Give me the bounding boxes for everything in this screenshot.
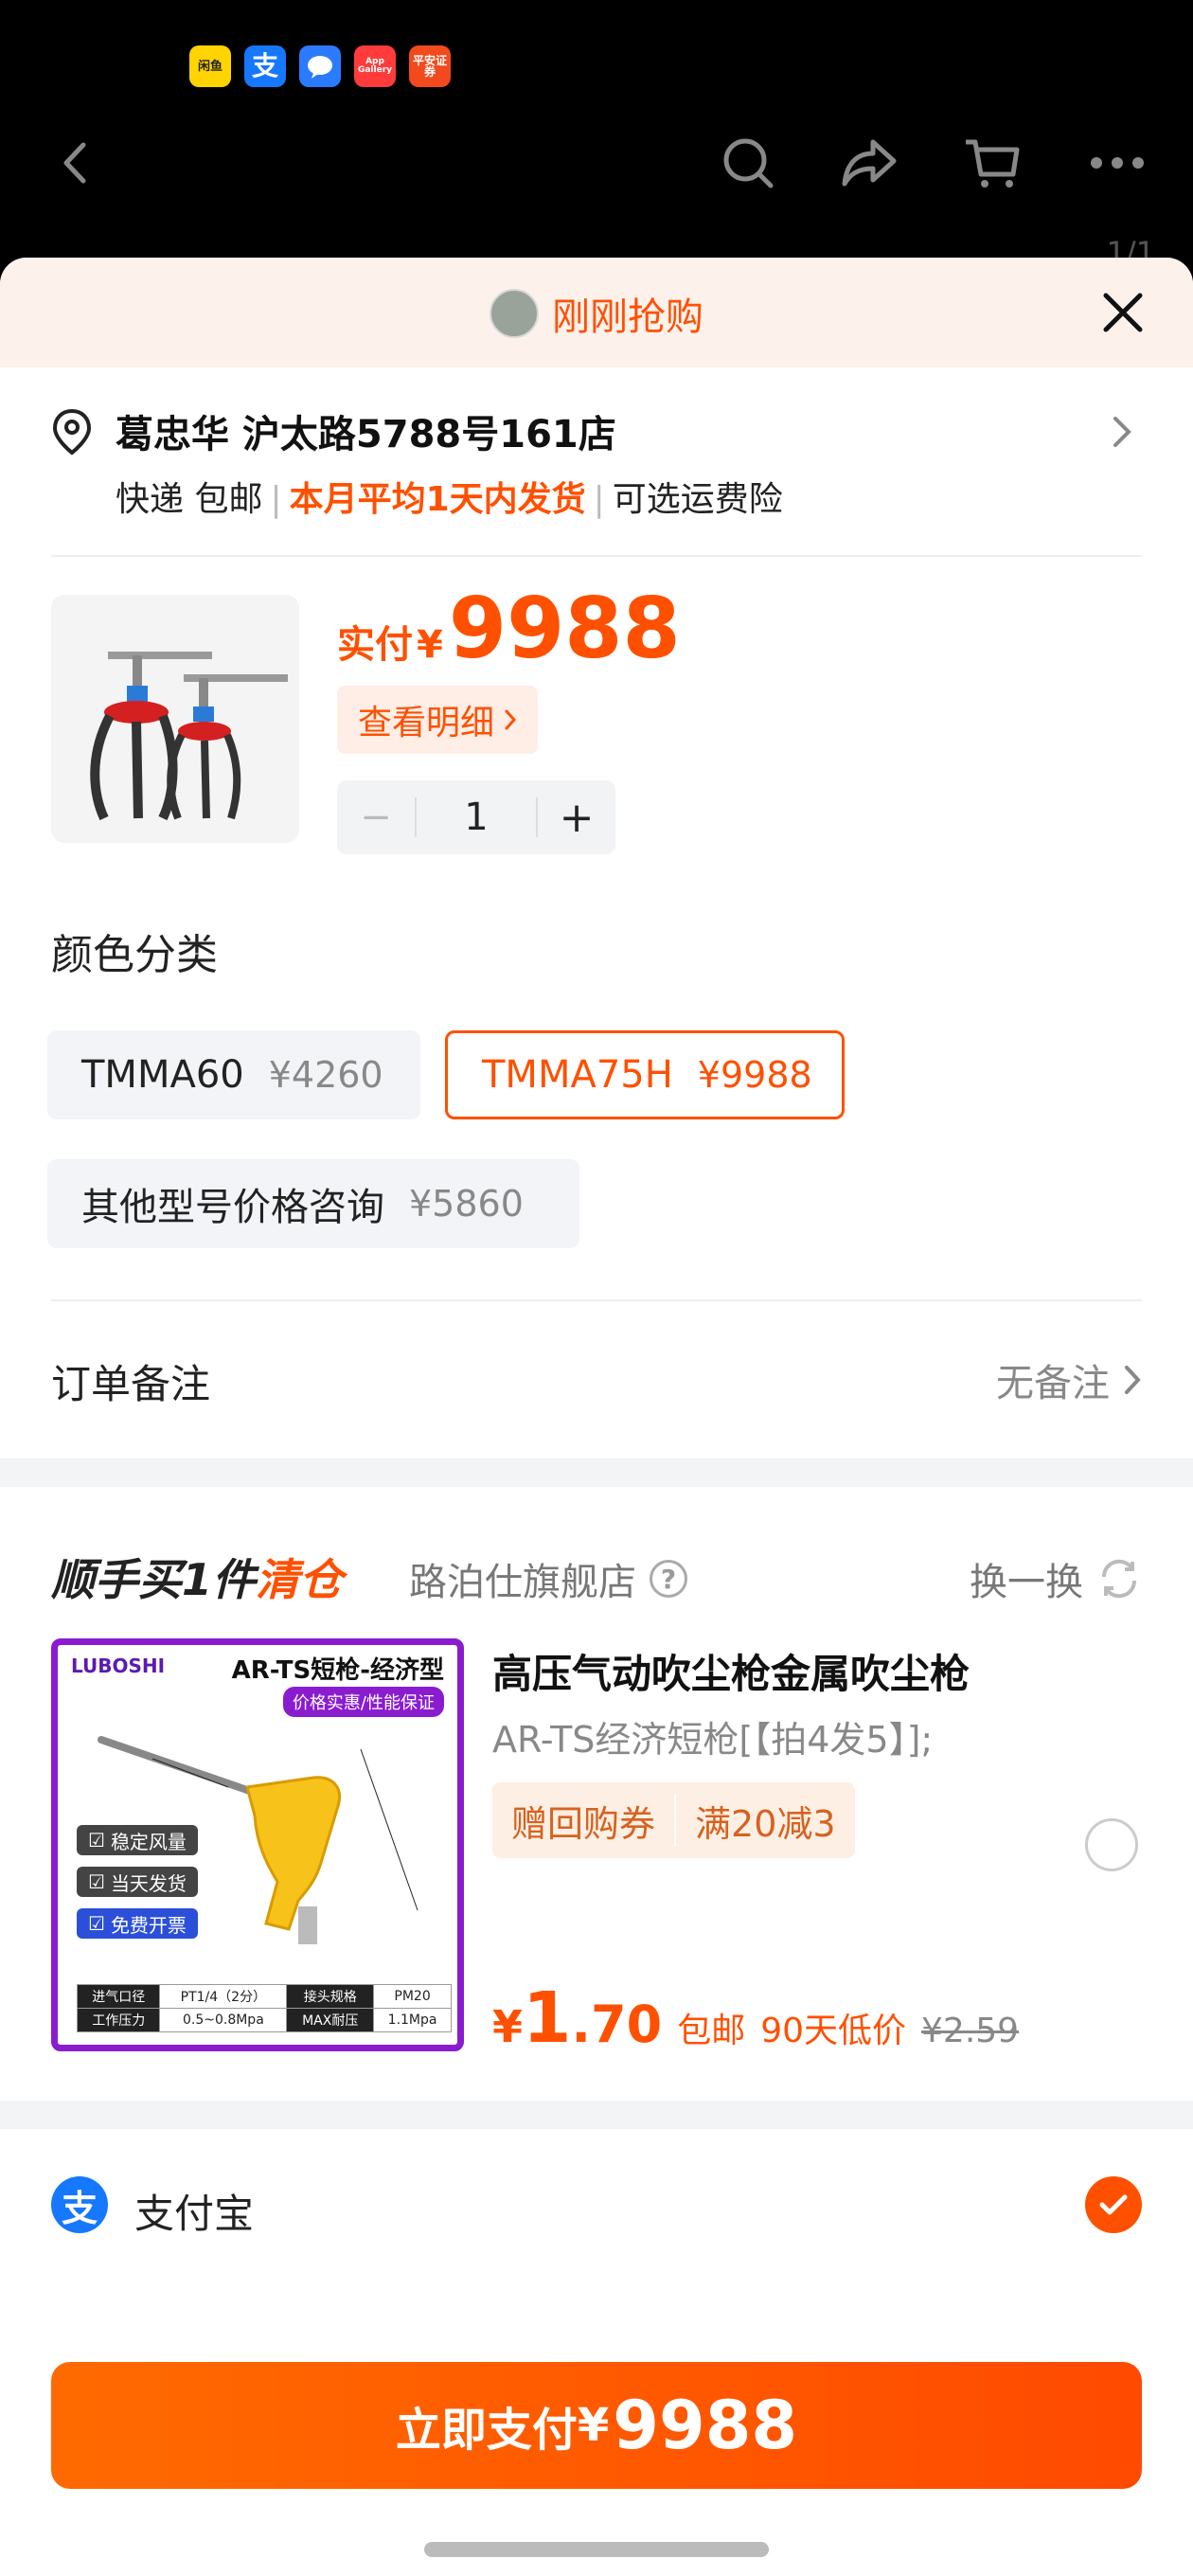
quantity-stepper: − 1 + xyxy=(337,780,615,854)
cart-button[interactable] xyxy=(954,125,1030,201)
image-tag: 价格实惠/性能保证 xyxy=(282,1687,444,1717)
addon-price: ¥1.70 包邮 90天低价 ¥2.59 xyxy=(492,1977,1020,2059)
spec-table: 进气口径 PT1/4（2分） 接头规格 PM20 工作压力 0.5~0.8Mpa MAX耐… xyxy=(76,1984,452,2032)
swap-label: 换一换 xyxy=(970,1561,1083,1604)
help-icon[interactable]: ? xyxy=(650,1560,687,1598)
view-detail-label: 查看明细 xyxy=(358,704,495,742)
image-brand: LUBOSHI xyxy=(71,1655,166,1677)
share-icon xyxy=(842,139,897,187)
price-currency: ¥ xyxy=(417,623,443,667)
divider xyxy=(51,1299,1142,1301)
message-icon xyxy=(299,45,341,87)
cart-icon xyxy=(966,139,1020,188)
decrease-button[interactable]: − xyxy=(337,780,415,854)
addon-title: 顺手买1件清仓 xyxy=(51,1554,344,1605)
shipping-insurance: 可选运费险 xyxy=(612,480,783,519)
section-gap xyxy=(0,2101,1193,2129)
addon-low-price: 90天低价 xyxy=(760,2012,907,2050)
feature-chip: ☑ 免费开票 xyxy=(77,1908,198,1939)
chevron-right-icon xyxy=(1113,417,1131,447)
feature-chip: ☑ 当天发货 xyxy=(77,1867,198,1897)
order-remark[interactable]: 订单备注 无备注 xyxy=(51,1345,1142,1411)
increase-button[interactable]: + xyxy=(538,780,615,854)
more-button[interactable] xyxy=(1079,125,1155,201)
payment-method-alipay[interactable]: 支 支付宝 xyxy=(51,2174,1142,2241)
divider xyxy=(51,555,1142,557)
pay-currency: ¥ xyxy=(577,2399,610,2452)
variant-name: TMMA60 xyxy=(81,1053,244,1097)
delivery-info: 快递 包邮 | 本月平均1天内发货 | 可选运费险 xyxy=(116,480,783,519)
ship-time: 本月平均1天内发货 xyxy=(289,480,586,519)
search-button[interactable] xyxy=(710,125,786,201)
pay-now-button[interactable]: 立即支付 ¥9988 xyxy=(51,2362,1142,2489)
variant-name: 其他型号价格咨询 xyxy=(81,1186,384,1229)
coupon-discount: 满20减3 xyxy=(695,1802,836,1845)
variant-name: TMMA75H xyxy=(482,1053,673,1097)
addon-product-spec: AR-TS经济短枪[【拍4发5】]; xyxy=(492,1719,934,1761)
addon-product-name[interactable]: 高压气动吹尘枪金属吹尘枪 xyxy=(492,1642,970,1700)
feature-chip: ☑ 稳定风量 xyxy=(77,1825,198,1855)
close-icon xyxy=(1103,293,1143,332)
chevron-right-icon xyxy=(1125,1366,1141,1394)
pay-amount: 9988 xyxy=(613,2387,798,2464)
sheet-header: 刚刚抢购 xyxy=(0,258,1193,367)
price-label: 实付 xyxy=(337,623,413,667)
address-name: 葛忠华 沪太路5788号161店 xyxy=(116,413,616,456)
section-gap xyxy=(0,1458,1193,1487)
location-pin-icon xyxy=(52,408,92,456)
variant-price: ¥9988 xyxy=(697,1054,812,1096)
variant-option-other[interactable]: 其他型号价格咨询 ¥5860 xyxy=(47,1159,579,1248)
quantity-value[interactable]: 1 xyxy=(417,780,536,854)
alipay-logo-icon: 支 xyxy=(51,2176,108,2233)
more-icon xyxy=(1091,157,1144,169)
addon-header: 顺手买1件清仓 路泊仕旗舰店? 换一换 xyxy=(51,1544,1142,1610)
back-icon xyxy=(63,142,86,184)
variant-title: 颜色分类 xyxy=(51,931,218,979)
xianyu-icon: 闲鱼 xyxy=(189,45,231,87)
total-price: 实付 ¥9988 xyxy=(337,580,681,677)
sheet-title-text: 刚刚抢购 xyxy=(552,295,703,339)
back-button[interactable] xyxy=(38,125,114,201)
swap-button[interactable]: 换一换 xyxy=(970,1551,1142,1606)
addon-shipping: 包邮 xyxy=(677,2012,746,2050)
home-indicator[interactable] xyxy=(424,2542,769,2557)
share-button[interactable] xyxy=(831,125,907,201)
check-icon xyxy=(1085,2176,1142,2233)
pay-now-label: 立即支付 xyxy=(395,2404,578,2457)
payment-label: 支付宝 xyxy=(134,2191,255,2237)
remark-label: 订单备注 xyxy=(51,1361,211,1407)
addon-select-radio[interactable] xyxy=(1085,1818,1138,1871)
pingan-icon: 平安证券 xyxy=(409,45,451,87)
chevron-right-icon xyxy=(505,709,517,730)
addon-store: 路泊仕旗舰店? xyxy=(409,1551,687,1606)
delivery-method: 快递 包邮 xyxy=(116,480,263,519)
status-app-icons: 闲鱼 支 App Gallery 平安证券 xyxy=(189,45,451,87)
coupon-repurchase: 赠回购券 xyxy=(511,1802,656,1845)
image-model: AR-TS短枪-经济型 xyxy=(231,1656,444,1685)
alipay-icon: 支 xyxy=(244,45,286,87)
variant-price: ¥5860 xyxy=(409,1183,524,1225)
sheet-title: 刚刚抢购 xyxy=(0,286,1193,341)
view-detail-button[interactable]: 查看明细 xyxy=(337,686,539,754)
variant-price: ¥4260 xyxy=(268,1054,383,1096)
addon-product-image[interactable]: LUBOSHI AR-TS短枪-经济型 价格实惠/性能保证 ☑ 稳定风量 ☑ 当天发… xyxy=(51,1638,464,2051)
refresh-icon xyxy=(1101,1559,1137,1599)
search-icon xyxy=(723,138,774,188)
variant-option-tmma60[interactable]: TMMA60 ¥4260 xyxy=(47,1030,420,1119)
checkout-sheet: 刚刚抢购 葛忠华 沪太路5788号161店 快递 包邮 | 本月平均1天内发货 | 可选… xyxy=(0,258,1193,2576)
variant-option-tmma75h[interactable]: TMMA75H ¥9988 xyxy=(445,1030,845,1119)
product-image xyxy=(51,595,299,843)
addon-coupons: 赠回购券 满20减3 xyxy=(492,1782,855,1858)
addon-original-price: ¥2.59 xyxy=(921,2012,1020,2050)
nav-row xyxy=(0,125,1193,201)
app-gallery-icon: App Gallery xyxy=(354,45,396,87)
remark-value: 无备注 xyxy=(996,1362,1110,1405)
avatar xyxy=(490,289,539,338)
top-bar: 闲鱼 支 App Gallery 平安证券 1/1 xyxy=(0,0,1193,271)
price-value: 9988 xyxy=(448,580,681,677)
close-button[interactable] xyxy=(1098,288,1148,337)
